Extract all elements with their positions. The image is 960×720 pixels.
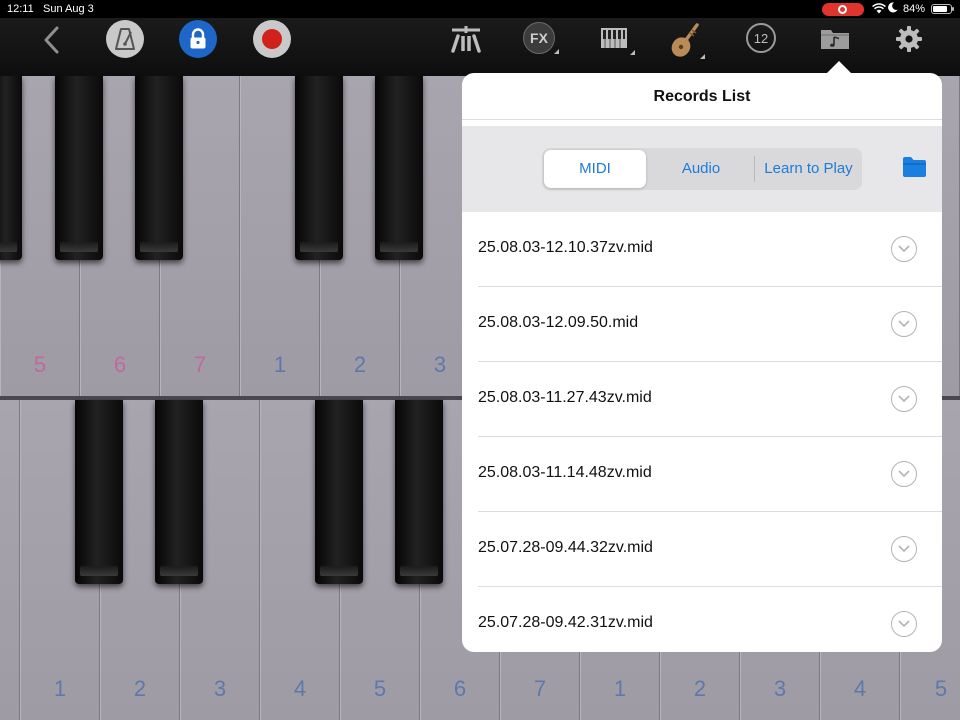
record-type-segmented-control: MIDI Audio Learn to Play <box>542 148 862 190</box>
key-label: 3 <box>213 676 227 701</box>
status-time: 12:11 <box>7 3 34 15</box>
key-label: 2 <box>693 676 707 701</box>
list-item[interactable]: 25.07.28-09.42.31zv.mid <box>462 587 942 652</box>
chevron-down-icon[interactable] <box>891 536 917 562</box>
back-chevron-icon <box>44 26 59 54</box>
tab-learn-to-play[interactable]: Learn to Play <box>755 150 862 188</box>
keyboard-layout-button[interactable] <box>598 22 635 55</box>
file-name: 25.07.28-09.44.32zv.mid <box>478 539 653 556</box>
records-list: 25.08.03-12.10.37zv.mid 25.08.03-12.09.5… <box>462 212 942 652</box>
file-name: 25.08.03-12.09.50.mid <box>478 314 639 331</box>
list-item[interactable]: 25.08.03-11.27.43zv.mid <box>462 362 942 437</box>
chevron-down-icon[interactable] <box>891 236 917 262</box>
gear-icon <box>896 26 922 52</box>
file-name: 25.08.03-11.14.48zv.mid <box>478 464 652 481</box>
black-key[interactable] <box>395 400 443 584</box>
status-bar: 12:11 Sun Aug 3 84% <box>0 0 960 18</box>
key-label: 5 <box>934 676 948 701</box>
chevron-down-icon[interactable] <box>891 611 917 637</box>
lock-button[interactable] <box>179 20 217 58</box>
black-key[interactable] <box>75 400 123 584</box>
key-label: 6 <box>453 676 467 701</box>
lock-icon <box>190 28 206 49</box>
file-name: 25.08.03-12.10.37zv.mid <box>478 239 653 256</box>
white-key[interactable] <box>0 400 20 720</box>
list-item[interactable]: 25.08.03-12.10.37zv.mid <box>462 212 942 287</box>
battery-icon <box>931 4 954 14</box>
records-list-button[interactable] <box>819 24 851 52</box>
records-folder-icon <box>821 30 849 49</box>
play-mode-icon <box>451 26 481 53</box>
settings-button[interactable] <box>893 23 925 55</box>
moon-icon <box>888 2 898 16</box>
battery-fill <box>933 6 947 12</box>
key-label: 1 <box>273 352 287 377</box>
status-date: Sun Aug 3 <box>43 3 94 15</box>
submenu-corner <box>554 49 559 54</box>
key-label: 5 <box>373 676 387 701</box>
tab-midi[interactable]: MIDI <box>544 150 646 188</box>
key-label: 5 <box>33 352 47 377</box>
wifi-icon <box>872 3 886 17</box>
black-key[interactable] <box>55 76 103 260</box>
popover-title: Records List <box>653 88 751 105</box>
key-label: 1 <box>53 676 67 701</box>
record-button[interactable] <box>253 20 291 58</box>
list-item[interactable]: 25.08.03-12.09.50.mid <box>462 287 942 362</box>
chevron-down-icon[interactable] <box>891 311 917 337</box>
battery-percent: 84% <box>903 3 926 15</box>
metronome-button[interactable] <box>106 20 144 58</box>
chevron-down-icon[interactable] <box>891 386 917 412</box>
tab-audio[interactable]: Audio <box>648 150 754 188</box>
segment-bar: MIDI Audio Learn to Play <box>462 126 942 212</box>
records-list-popover: Records List MIDI Audio Learn to Play 25… <box>462 73 942 652</box>
key-label: 3 <box>773 676 787 701</box>
key-label: 2 <box>353 352 367 377</box>
key-label: 1 <box>613 676 627 701</box>
file-name: 25.08.03-11.27.43zv.mid <box>478 389 652 406</box>
transpose-icon: 12 <box>753 30 769 46</box>
black-key[interactable] <box>135 76 183 260</box>
list-item[interactable]: 25.08.03-11.14.48zv.mid <box>462 437 942 512</box>
file-name: 25.07.28-09.42.31zv.mid <box>478 614 653 631</box>
screen-recording-indicator <box>822 3 864 16</box>
transpose-button[interactable]: 12 <box>746 23 776 53</box>
key-label: 2 <box>133 676 147 701</box>
key-label: 7 <box>533 676 547 701</box>
metronome-icon <box>115 28 135 50</box>
back-button[interactable] <box>36 20 66 60</box>
key-label: 6 <box>113 352 127 377</box>
fx-icon: FX <box>530 30 548 46</box>
black-key[interactable] <box>0 76 22 260</box>
toolbar: FX 12 <box>0 18 960 76</box>
chevron-down-icon[interactable] <box>891 461 917 487</box>
black-key[interactable] <box>375 76 423 260</box>
black-key[interactable] <box>315 400 363 584</box>
pipa-instrument-icon <box>671 23 699 57</box>
black-key[interactable] <box>155 400 203 584</box>
key-label: 4 <box>293 676 307 701</box>
submenu-corner <box>700 54 705 59</box>
popover-header: Records List <box>462 73 942 120</box>
fx-button[interactable]: FX <box>523 22 559 54</box>
submenu-corner <box>630 50 635 55</box>
open-folder-button[interactable] <box>902 156 927 178</box>
instrument-button[interactable] <box>670 22 705 59</box>
keyboard-icon <box>601 28 627 48</box>
list-item[interactable]: 25.07.28-09.44.32zv.mid <box>462 512 942 587</box>
folder-icon <box>903 157 926 177</box>
black-key[interactable] <box>295 76 343 260</box>
play-mode-button[interactable] <box>447 20 485 58</box>
key-label: 7 <box>193 352 207 377</box>
record-icon <box>262 29 282 49</box>
key-label: 4 <box>853 676 867 701</box>
